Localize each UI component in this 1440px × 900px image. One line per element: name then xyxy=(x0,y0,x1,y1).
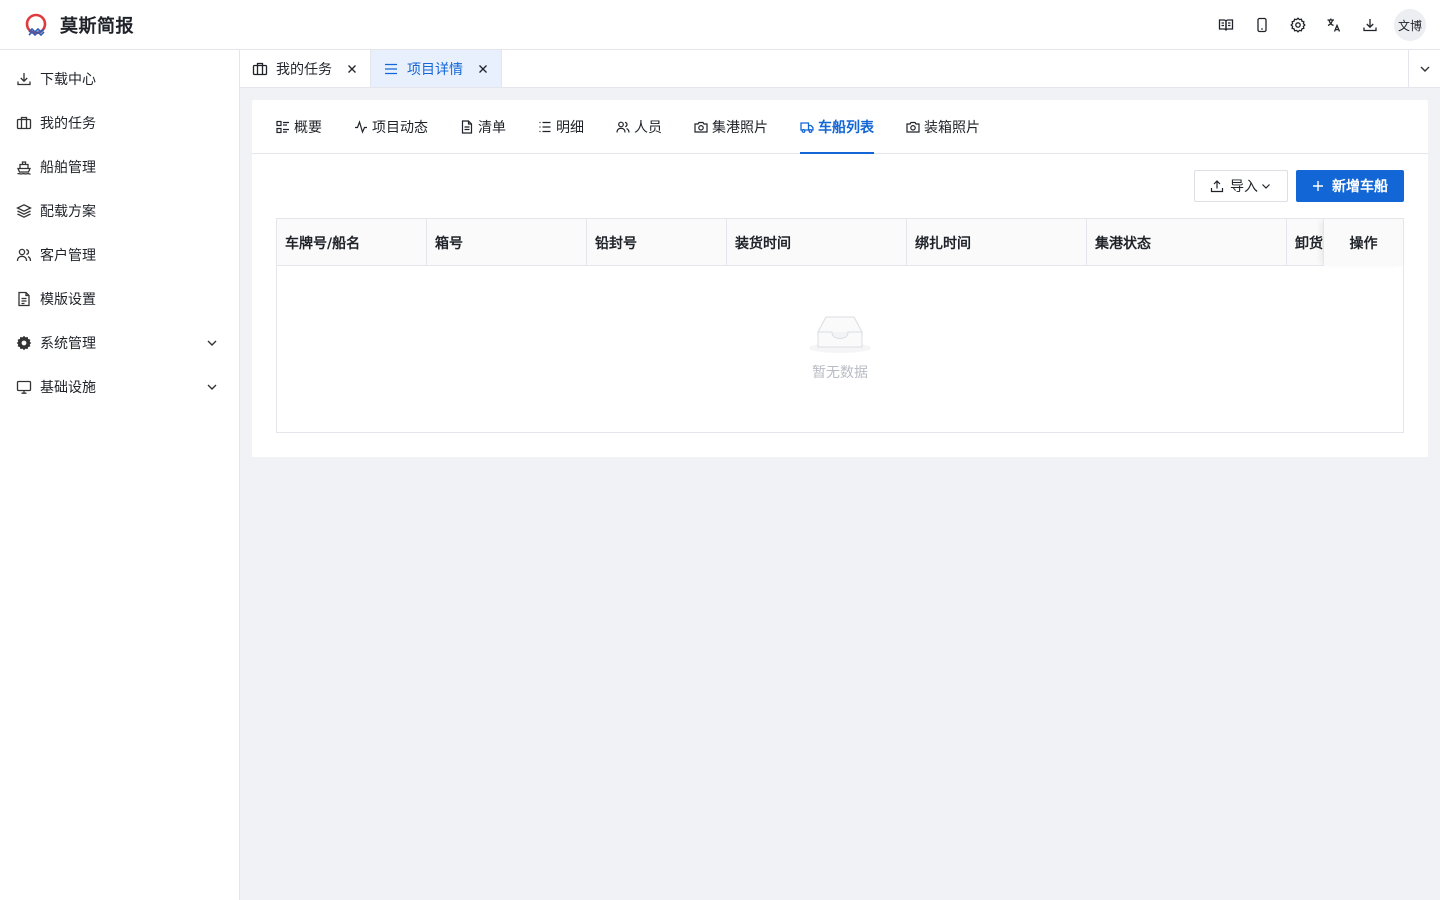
column-header-unloading[interactable]: 卸货 xyxy=(1287,219,1327,266)
column-header-loading-time[interactable]: 装货时间 xyxy=(727,219,907,266)
column-header-plate-ship-name[interactable]: 车牌号/船名 xyxy=(277,219,427,266)
camera-icon xyxy=(694,121,708,133)
sidebar-item-label: 系统管理 xyxy=(40,336,96,352)
file-icon xyxy=(461,120,473,134)
add-label: 新增车船 xyxy=(1332,179,1388,195)
sidebar-item-label: 我的任务 xyxy=(40,116,96,132)
sidebar-item-system-management[interactable]: 系统管理 xyxy=(0,321,239,365)
detail-tabs: 概要 项目动态 清单 明细 人员 集港照片 车船列表 装箱照片 xyxy=(252,100,1428,154)
empty-state: 暂无数据 xyxy=(277,266,1403,432)
sidebar: 下载中心 我的任务 船舶管理 配载方案 客户管理 模版设置 系统管理 基础设施 xyxy=(0,50,240,900)
translate-icon[interactable] xyxy=(1316,7,1352,43)
page-tab-project-detail[interactable]: 项目详情 xyxy=(371,50,502,87)
camera-icon xyxy=(906,121,920,133)
tab-details[interactable]: 明细 xyxy=(538,100,584,154)
sidebar-item-my-tasks[interactable]: 我的任务 xyxy=(0,101,239,145)
book-open-icon[interactable] xyxy=(1208,7,1244,43)
sidebar-item-label: 模版设置 xyxy=(40,292,96,308)
chevron-down-icon xyxy=(207,384,217,390)
top-header: 莫斯简报 文博 xyxy=(0,0,1440,50)
tab-personnel[interactable]: 人员 xyxy=(616,100,662,154)
gear-icon xyxy=(16,335,32,351)
chevron-down-icon xyxy=(207,340,217,346)
activity-icon xyxy=(355,120,367,134)
column-header-actions: 操作 xyxy=(1323,219,1403,266)
import-button[interactable]: 导入 xyxy=(1194,170,1288,202)
list-icon xyxy=(539,121,551,133)
add-vehicle-ship-button[interactable]: 新增车船 xyxy=(1296,170,1404,202)
tab-label: 集港照片 xyxy=(712,120,768,136)
users-icon xyxy=(16,248,32,262)
chevron-down-icon xyxy=(1420,66,1429,72)
page-tab-label: 项目详情 xyxy=(407,61,463,78)
logo-icon xyxy=(25,13,47,36)
ship-icon xyxy=(17,161,31,175)
tab-label: 车船列表 xyxy=(818,120,874,136)
tab-label: 明细 xyxy=(556,120,584,136)
empty-inbox-icon xyxy=(809,316,871,353)
tab-checklist[interactable]: 清单 xyxy=(460,100,506,154)
mobile-icon[interactable] xyxy=(1244,7,1280,43)
vehicle-ship-table: 车牌号/船名 箱号 铅封号 装货时间 绑扎时间 集港状态 卸货 操作 暂无数据 xyxy=(276,218,1404,433)
download-icon xyxy=(17,73,31,86)
app-title: 莫斯简报 xyxy=(60,15,134,37)
sidebar-item-label: 配载方案 xyxy=(40,204,96,220)
tab-label: 项目动态 xyxy=(372,120,428,136)
tab-project-activity[interactable]: 项目动态 xyxy=(354,100,428,154)
tab-label: 概要 xyxy=(294,120,322,136)
table-header: 车牌号/船名 箱号 铅封号 装货时间 绑扎时间 集港状态 卸货 操作 xyxy=(277,219,1403,266)
logo[interactable]: 莫斯简报 xyxy=(24,12,134,38)
tab-vehicle-ship-list[interactable]: 车船列表 xyxy=(800,100,874,154)
page-tab-label: 我的任务 xyxy=(276,61,332,78)
column-header-lashing-time[interactable]: 绑扎时间 xyxy=(907,219,1087,266)
plus-icon xyxy=(1313,181,1323,191)
column-header-port-status[interactable]: 集港状态 xyxy=(1087,219,1287,266)
monitor-icon xyxy=(16,380,32,394)
content-card: 概要 项目动态 清单 明细 人员 集港照片 车船列表 装箱照片 导入 新增车船 … xyxy=(252,100,1428,457)
tab-packing-photos[interactable]: 装箱照片 xyxy=(906,100,980,154)
column-header-container-no[interactable]: 箱号 xyxy=(427,219,587,266)
import-label: 导入 xyxy=(1230,179,1258,195)
list-icon xyxy=(385,63,397,74)
tab-label: 人员 xyxy=(634,120,662,136)
settings-icon[interactable] xyxy=(1280,7,1316,43)
tab-list-dropdown[interactable] xyxy=(1408,50,1440,87)
sidebar-item-label: 船舶管理 xyxy=(40,160,96,176)
sidebar-item-ship-management[interactable]: 船舶管理 xyxy=(0,145,239,189)
upload-icon xyxy=(1210,180,1224,193)
download-icon[interactable] xyxy=(1352,7,1388,43)
document-icon xyxy=(18,291,30,307)
tab-label: 清单 xyxy=(478,120,506,136)
sidebar-item-label: 基础设施 xyxy=(40,380,96,396)
sidebar-item-infrastructure[interactable]: 基础设施 xyxy=(0,365,239,409)
tab-port-photos[interactable]: 集港照片 xyxy=(694,100,768,154)
users-icon xyxy=(616,121,630,133)
sidebar-item-label: 下载中心 xyxy=(40,72,96,88)
chevron-down-icon xyxy=(1262,184,1270,189)
close-icon[interactable] xyxy=(477,63,489,75)
sidebar-item-download-center[interactable]: 下载中心 xyxy=(0,57,239,101)
page-tab-bar: 我的任务 项目详情 xyxy=(240,50,1440,88)
empty-text: 暂无数据 xyxy=(812,365,868,381)
page-tab-my-tasks[interactable]: 我的任务 xyxy=(240,50,371,87)
layers-icon xyxy=(16,204,32,218)
grid-list-icon xyxy=(276,120,289,134)
sidebar-item-label: 客户管理 xyxy=(40,248,96,264)
briefcase-icon xyxy=(16,116,32,130)
truck-icon xyxy=(800,122,814,133)
avatar[interactable]: 文博 xyxy=(1394,9,1426,41)
close-icon[interactable] xyxy=(346,63,358,75)
tab-overview[interactable]: 概要 xyxy=(276,100,322,154)
sidebar-item-template-settings[interactable]: 模版设置 xyxy=(0,277,239,321)
sidebar-item-stowage-plan[interactable]: 配载方案 xyxy=(0,189,239,233)
column-header-seal-no[interactable]: 铅封号 xyxy=(587,219,727,266)
tab-label: 装箱照片 xyxy=(924,120,980,136)
sidebar-item-customer-management[interactable]: 客户管理 xyxy=(0,233,239,277)
briefcase-icon xyxy=(252,62,268,75)
